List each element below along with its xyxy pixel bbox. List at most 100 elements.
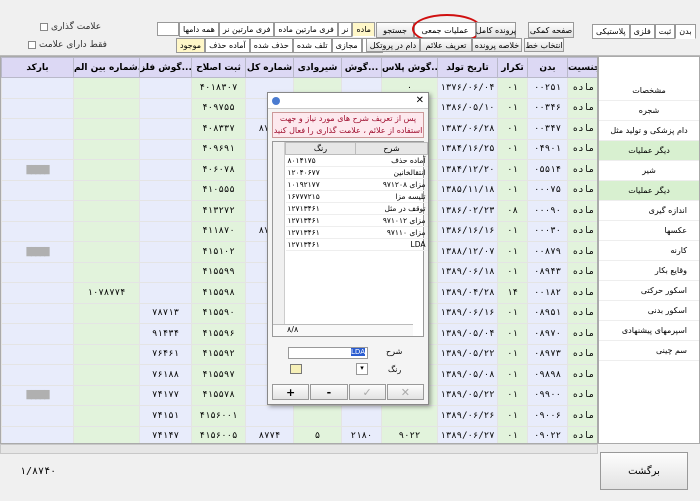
table-cell[interactable]: ۰۱	[497, 261, 528, 283]
table-cell[interactable]: ۱۳۸۹/۰۵/۲۲	[437, 384, 498, 406]
col-ear[interactable]: گوش...	[341, 57, 382, 78]
table-cell[interactable]: ۰۱	[497, 364, 528, 386]
list-item[interactable]: ۱۲۷۱۳۴۶۱ مزای ۹۷۱۱۰	[285, 226, 428, 239]
table-cell[interactable]: ۰۰۲۵۱	[527, 77, 568, 99]
table-cell[interactable]: ۱۳۸۹/۰۵/۰۸	[437, 364, 498, 386]
table-cell[interactable]	[73, 97, 140, 119]
table-cell[interactable]: ۱۳۸۴/۱۲/۲۰	[437, 159, 498, 181]
table-cell[interactable]: ۰۱	[497, 343, 528, 365]
table-cell[interactable]	[73, 179, 140, 201]
table-cell[interactable]: ۷۸۷۱۳	[139, 302, 192, 324]
table-cell[interactable]	[73, 261, 140, 283]
record-summary-button[interactable]: خلاصه پرونده	[472, 38, 522, 52]
table-cell[interactable]	[73, 220, 140, 242]
tab-registry[interactable]: ثبت	[654, 24, 676, 39]
table-cell[interactable]: ماده	[567, 241, 597, 263]
table-cell[interactable]: ۱۳۷۶/۰۶/۰۴	[437, 77, 498, 99]
table-cell[interactable]: ۴۰۶۰۷۸	[191, 159, 246, 181]
col-sex[interactable]: جنسیت	[567, 57, 597, 78]
table-cell[interactable]: ۴۱۵۵۹۸	[191, 282, 246, 304]
table-cell[interactable]: ماده	[567, 302, 597, 324]
filter-culled[interactable]: حذف شده	[249, 38, 293, 53]
table-cell[interactable]: ۰۸	[497, 200, 528, 222]
table-cell[interactable]: ۴۱۵۵۷۸	[191, 384, 246, 406]
table-cell[interactable]: ۴۰۸۳۳۷	[191, 118, 246, 140]
table-cell[interactable]	[73, 323, 140, 345]
table-cell[interactable]	[73, 77, 140, 99]
list-item[interactable]: ۱۲۷۱۳۴۶۱ LDA	[285, 238, 428, 251]
table-cell[interactable]: ۰۱	[497, 241, 528, 263]
horizontal-scrollbar[interactable]	[0, 444, 598, 454]
table-row[interactable]: ۷۴۱۴۷ ۴۱۵۶۰۰۵ ۸۷۷۴ ۵ ۲۱۸۰ ۹۰۲۲ ۱۳۸۹/۰۶/۲۷ ۰۱ ۰۹۰…	[1, 425, 597, 443]
table-cell[interactable]	[1, 343, 74, 365]
table-cell[interactable]: ۰۰۳۴۷	[527, 118, 568, 140]
side-item-other-ops-2[interactable]: دیگر عملیات	[599, 181, 699, 201]
close-icon[interactable]: ✕	[416, 95, 424, 106]
table-cell[interactable]	[73, 405, 140, 427]
table-cell[interactable]: ۴۱۵۵۹۰	[191, 302, 246, 324]
table-cell[interactable]: ماده	[567, 179, 597, 201]
list-item[interactable]: ۱۲۷۱۳۴۶۱ توقف در مثل	[285, 202, 428, 215]
cancel-button[interactable]: ✕	[386, 384, 424, 400]
mark-checkbox[interactable]: علامت گذاری	[40, 22, 101, 32]
table-cell[interactable]: ۷۴۱۷۷	[139, 384, 192, 406]
side-item-suggested-sperm[interactable]: اسپرمهای پیشنهادی	[599, 321, 699, 341]
mark-desc-input[interactable]: LDA	[288, 347, 368, 359]
table-cell[interactable]: ۰۱	[497, 302, 528, 324]
table-cell[interactable]: ماده	[567, 384, 597, 406]
table-cell[interactable]	[1, 97, 74, 119]
table-cell[interactable]: ۱۳۸۹/۰۴/۲۸	[437, 282, 498, 304]
table-cell[interactable]	[341, 405, 382, 427]
col-total-number[interactable]: شماره کل	[245, 57, 294, 78]
table-cell[interactable]	[1, 118, 74, 140]
table-cell[interactable]: ۴۱۵۵۹۹	[191, 261, 246, 283]
add-button[interactable]: +	[272, 384, 310, 400]
table-cell[interactable]	[1, 425, 74, 443]
list-item[interactable]: ۱۲۰۴۰۶۷۷ انتقالخانین	[285, 166, 428, 179]
table-cell[interactable]	[73, 159, 140, 181]
table-cell[interactable]: ماده	[567, 97, 597, 119]
side-item-pedigree[interactable]: شجره	[599, 101, 699, 121]
list-item[interactable]: ۱۰۱۹۲۱۷۷ مزای ۹۷۱۲۰۸	[285, 178, 428, 191]
table-cell[interactable]: ۰۱	[497, 323, 528, 345]
define-marks-button[interactable]: تعریف علائم	[420, 38, 472, 52]
checkbox-box[interactable]	[28, 41, 36, 49]
side-item-locomotion-score[interactable]: اسکور حرکتی	[599, 281, 699, 301]
table-cell[interactable]	[73, 384, 140, 406]
table-cell[interactable]: ۰۱	[497, 159, 528, 181]
marks-scrollbar[interactable]	[273, 142, 285, 336]
table-cell[interactable]	[1, 282, 74, 304]
side-item-milk[interactable]: شیر	[599, 161, 699, 181]
table-cell[interactable]: ۰۸۹۷۰	[527, 323, 568, 345]
filter-male[interactable]: نر	[337, 22, 353, 37]
color-dropdown-icon[interactable]: ▾	[356, 363, 368, 375]
filter-existing[interactable]: موجود	[176, 38, 206, 53]
col-birth-date[interactable]: تاریخ تولد	[437, 57, 498, 78]
list-item[interactable]: ۸۰۱۴۱۷۵ آماده حذف	[285, 154, 428, 167]
table-cell[interactable]: ۰۹۰۰۶	[527, 405, 568, 427]
table-cell[interactable]: ۱۴	[497, 282, 528, 304]
table-cell[interactable]: ۱۳۸۹/۰۶/۱۸	[437, 261, 498, 283]
table-cell[interactable]: ۰۸۹۵۱	[527, 302, 568, 324]
marks-col-desc[interactable]: شرح	[355, 142, 428, 155]
table-cell[interactable]: ۰۱	[497, 179, 528, 201]
filter-freemartin-male[interactable]: فری مارتین نر	[218, 22, 275, 37]
side-item-photos[interactable]: عکسها	[599, 221, 699, 241]
table-cell[interactable]: ۸۷۷۴	[245, 425, 294, 443]
table-cell[interactable]: ۰۱	[497, 97, 528, 119]
table-cell[interactable]	[73, 364, 140, 386]
table-cell[interactable]: ۰۴۹۰۱	[527, 138, 568, 160]
table-cell[interactable]: ۰۹۹۰۰	[527, 384, 568, 406]
table-cell[interactable]	[293, 405, 342, 427]
table-cell[interactable]	[139, 97, 192, 119]
table-cell[interactable]: ۰۰۰۳۰	[527, 220, 568, 242]
table-cell[interactable]: ۱۳۸۸/۱۲/۰۷	[437, 241, 498, 263]
table-cell[interactable]: ۷۶۴۶۱	[139, 343, 192, 365]
table-cell[interactable]: ۰۸۹۴۳	[527, 261, 568, 283]
table-cell[interactable]	[1, 364, 74, 386]
table-cell[interactable]: ۰۵۵۱۴	[527, 159, 568, 181]
table-cell[interactable]	[245, 405, 294, 427]
side-item-body-score[interactable]: اسکور بدنی	[599, 301, 699, 321]
table-cell[interactable]: ۴۱۵۵۹۲	[191, 343, 246, 365]
table-cell[interactable]	[139, 282, 192, 304]
